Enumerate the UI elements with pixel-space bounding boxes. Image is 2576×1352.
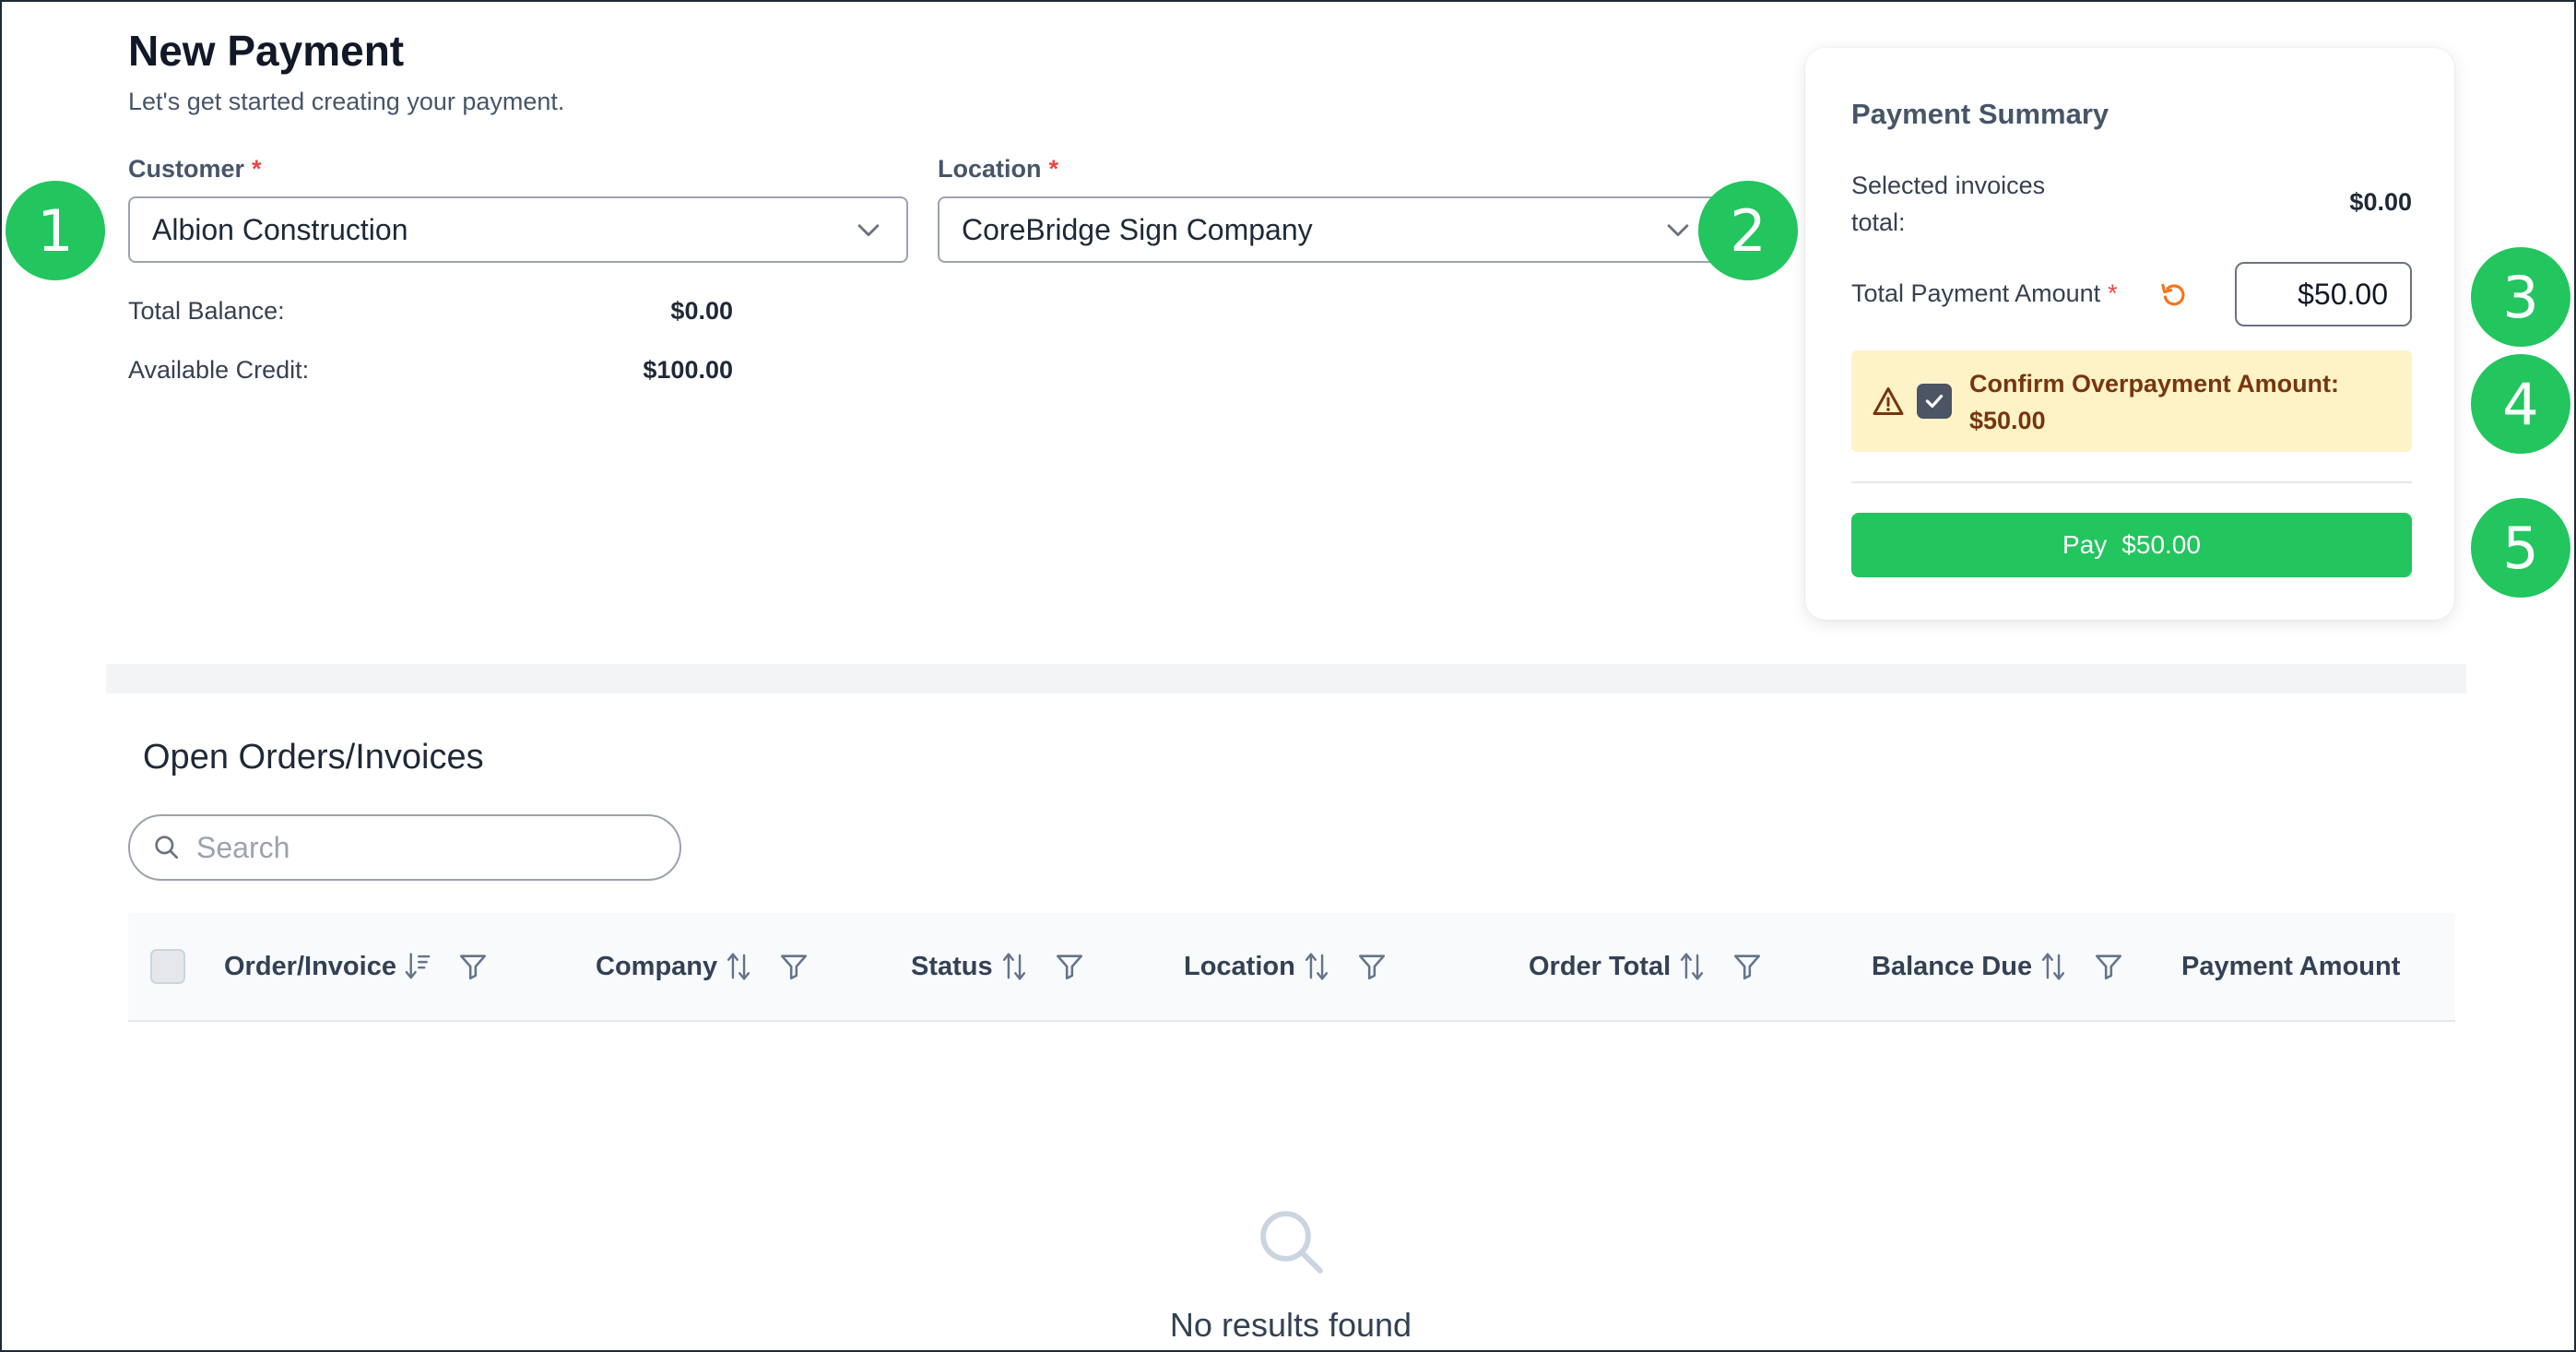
empty-state-message: No results found <box>1169 1306 1412 1344</box>
warning-icon <box>1873 387 1904 415</box>
table-header: Order/Invoice Company Status Location Or… <box>128 913 2455 1022</box>
sort-icon[interactable] <box>1303 951 1330 982</box>
total-payment-input-value: $50.00 <box>2298 277 2388 311</box>
customer-label: Customer * <box>128 155 262 184</box>
page-subtitle: Let's get started creating your payment. <box>128 88 565 115</box>
available-credit-label: Available Credit: <box>128 356 310 384</box>
page-title: New Payment <box>128 27 405 75</box>
total-payment-input[interactable]: $50.00 <box>2235 262 2412 326</box>
total-balance-label: Total Balance: <box>128 297 285 325</box>
column-label: Status <box>911 951 993 981</box>
location-label: Location * <box>938 155 1058 184</box>
sort-desc-icon[interactable] <box>404 951 431 982</box>
column-label: Payment Amount <box>2181 951 2401 981</box>
required-mark: * <box>252 155 262 183</box>
customer-select-value: Albion Construction <box>152 212 408 246</box>
orders-section-title: Open Orders/Invoices <box>143 738 484 777</box>
required-mark: * <box>2108 279 2118 307</box>
column-order-invoice[interactable]: Order/Invoice <box>224 913 489 1020</box>
selected-invoices-label-line2: total: <box>1851 208 1906 236</box>
selected-invoices-label: Selected invoices total: <box>1851 167 2045 241</box>
total-payment-label-text: Total Payment Amount <box>1851 279 2101 307</box>
confirm-overpayment-checkbox[interactable] <box>1917 384 1952 419</box>
column-label: Company <box>596 951 718 981</box>
customer-select[interactable]: Albion Construction <box>128 196 908 263</box>
column-order-total[interactable]: Order Total <box>1529 913 1763 1020</box>
selected-invoices-label-line1: Selected invoices <box>1851 172 2046 199</box>
sort-icon[interactable] <box>2039 951 2067 982</box>
section-divider <box>106 664 2466 694</box>
total-balance-value: $0.00 <box>670 297 733 325</box>
overpayment-warning-line2: $50.00 <box>1969 407 2046 434</box>
column-label: Balance Due <box>1872 951 2033 981</box>
column-label: Order/Invoice <box>224 951 396 981</box>
filter-icon[interactable] <box>1731 951 1763 982</box>
chevron-down-icon <box>857 224 880 237</box>
column-label: Location <box>1184 951 1295 981</box>
required-mark: * <box>1048 155 1059 183</box>
sort-icon[interactable] <box>725 951 752 982</box>
overpayment-warning-line1: Confirm Overpayment Amount: <box>1969 370 2340 397</box>
filter-icon[interactable] <box>1054 951 1085 982</box>
sort-icon[interactable] <box>1000 951 1028 982</box>
filter-icon[interactable] <box>457 951 489 982</box>
location-label-text: Location <box>938 155 1042 183</box>
sort-icon[interactable] <box>1678 951 1706 982</box>
column-balance-due[interactable]: Balance Due <box>1872 913 2124 1020</box>
summary-divider <box>1851 481 2412 483</box>
callout-3: 3 <box>2471 247 2570 347</box>
callout-2: 2 <box>1698 181 1798 280</box>
column-status[interactable]: Status <box>911 913 1085 1020</box>
filter-icon[interactable] <box>1356 951 1388 982</box>
selected-invoices-value: $0.00 <box>2349 188 2412 216</box>
callout-5: 5 <box>2471 498 2570 598</box>
pay-button-amount: $50.00 <box>2121 530 2201 559</box>
customer-label-text: Customer <box>128 155 245 183</box>
pay-button[interactable]: Pay $50.00 <box>1851 513 2412 577</box>
location-select[interactable]: CoreBridge Sign Company <box>938 196 1718 263</box>
overpayment-warning-text: Confirm Overpayment Amount: $50.00 <box>1969 365 2339 439</box>
reset-icon[interactable] <box>2158 279 2190 311</box>
column-label: Order Total <box>1529 951 1672 981</box>
search-icon <box>1260 1211 1323 1274</box>
pay-button-label: Pay <box>2062 530 2108 559</box>
check-icon <box>1925 394 1944 409</box>
column-payment-amount: Payment Amount <box>2181 913 2400 1020</box>
search-field[interactable] <box>128 814 681 881</box>
total-payment-label: Total Payment Amount * <box>1851 279 2118 308</box>
filter-icon[interactable] <box>2093 951 2124 982</box>
chevron-down-icon <box>1667 224 1689 237</box>
payment-summary-title: Payment Summary <box>1851 98 2109 130</box>
callout-1: 1 <box>6 181 105 280</box>
search-input[interactable] <box>195 829 641 866</box>
column-company[interactable]: Company <box>596 913 809 1020</box>
location-select-value: CoreBridge Sign Company <box>962 212 1313 246</box>
available-credit-value: $100.00 <box>643 356 733 384</box>
column-location[interactable]: Location <box>1184 913 1388 1020</box>
select-all-checkbox[interactable] <box>150 949 185 984</box>
search-icon <box>155 836 178 859</box>
callout-4: 4 <box>2471 354 2570 454</box>
filter-icon[interactable] <box>778 951 809 982</box>
